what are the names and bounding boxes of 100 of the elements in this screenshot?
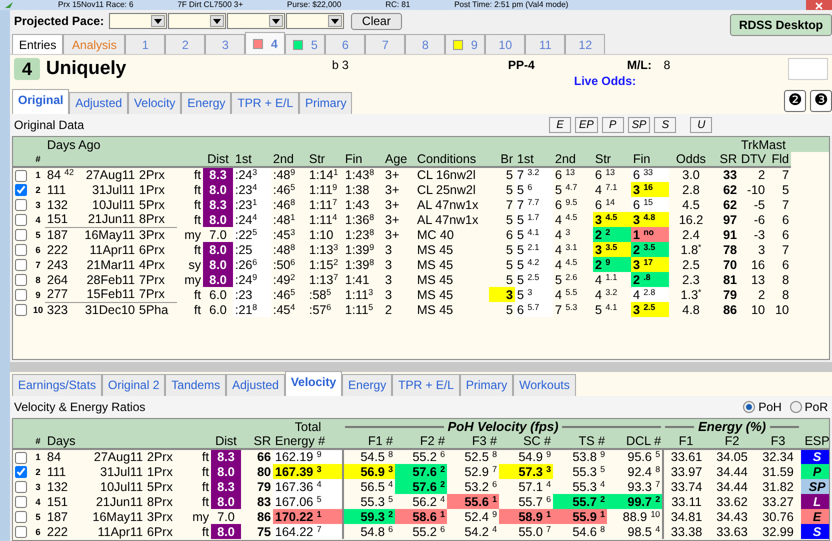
tab[interactable]: TPR + E/L [231, 92, 300, 114]
column-header: Days Ago [45, 137, 177, 152]
row-checkbox[interactable] [15, 304, 27, 316]
pace-dropdown[interactable] [109, 13, 168, 29]
row-checkbox[interactable] [15, 452, 27, 464]
row-checkbox[interactable] [15, 259, 27, 272]
table-cell-text: 2 [384, 302, 393, 317]
table-cell: 1 [31, 449, 45, 464]
table-cell: ft [185, 524, 211, 539]
radio-option[interactable]: PoR [790, 398, 828, 416]
tab[interactable]: Earnings/Stats [12, 374, 102, 396]
row-checkbox[interactable] [15, 496, 27, 508]
row-checkbox[interactable] [15, 214, 27, 226]
column-header: # [31, 152, 45, 167]
tab[interactable]: 6 [325, 34, 366, 54]
table-cell: 53.8 $^{9}$ [553, 449, 607, 464]
table-cell: 1.3$^{*}$ [669, 287, 713, 302]
tab[interactable]: Energy [181, 92, 232, 114]
window-title: Purse: $22,000 [287, 0, 342, 10]
tab[interactable]: Adjusted [226, 374, 285, 396]
filter-button[interactable]: SP [628, 117, 650, 133]
table-cell: 34.05 [709, 449, 756, 464]
row-checkbox[interactable] [15, 289, 27, 302]
table-cell: 8.0 [203, 257, 233, 272]
column-header: SR [241, 434, 273, 449]
pace-dropdown[interactable] [286, 13, 344, 29]
filter-button[interactable]: EP [575, 117, 598, 133]
tab[interactable]: Tandems [165, 374, 226, 396]
filter-button[interactable]: E [549, 117, 571, 133]
table-cell: 8.3 [211, 449, 241, 464]
table-cell: 16.2 [669, 212, 713, 227]
tab[interactable]: 2 [165, 34, 206, 54]
table-cell-text: 2 [34, 466, 42, 478]
row-checkbox[interactable] [15, 481, 27, 494]
filter-button[interactable]: U [690, 117, 712, 133]
table-cell: 54.8 $^{6}$ [343, 524, 395, 539]
tab[interactable]: 8 [405, 34, 446, 54]
tab[interactable]: 12 [565, 34, 606, 54]
table-cell: sy [177, 257, 203, 272]
tab[interactable]: 7 [365, 34, 406, 54]
tab[interactable]: Velocity [128, 92, 182, 114]
filter-button[interactable]: S [654, 117, 676, 133]
column-header: 1st [515, 152, 553, 167]
tab[interactable]: Workouts [513, 374, 576, 396]
circled-number-button[interactable]: ❸ [810, 90, 832, 112]
row-checkbox[interactable] [15, 526, 27, 538]
table-cell-text: 10Jul11 [99, 479, 144, 494]
tab[interactable]: 11 [525, 34, 566, 54]
tab[interactable]: 1 [125, 34, 166, 54]
tab[interactable]: 5 [285, 34, 326, 54]
tab[interactable]: Original 2 [102, 374, 166, 396]
row-checkbox[interactable] [15, 466, 27, 478]
table-cell-text: 10 [750, 302, 766, 317]
tab[interactable]: Analysis [63, 34, 126, 54]
row-checkbox[interactable] [15, 511, 27, 524]
circled-number-button[interactable]: ❷ [784, 90, 806, 112]
row-checkbox[interactable] [15, 170, 27, 182]
tab[interactable]: 10 [485, 34, 526, 54]
table-cell-text: 3+ [384, 197, 400, 212]
tab[interactable]: Original [12, 89, 70, 114]
radio-option[interactable]: PoH [743, 398, 782, 416]
row-checkbox[interactable] [15, 274, 27, 286]
clear-button[interactable]: Clear [351, 12, 402, 30]
table-cell-text: 7 [781, 197, 790, 212]
tab[interactable]: Entries [12, 34, 64, 54]
filter-button[interactable]: P [602, 117, 624, 133]
row-checkbox[interactable] [15, 244, 27, 256]
tab[interactable]: 3 [205, 34, 246, 54]
pace-dropdown[interactable] [168, 13, 226, 29]
tab[interactable]: TPR + E/L [392, 374, 460, 396]
close-button[interactable] [806, 0, 832, 10]
table-cell: :50$^{6}$ [271, 257, 307, 272]
column-header: Str [307, 152, 343, 167]
table-cell-text: 1:39$^{9}$ [344, 242, 376, 257]
column-header: Fin [343, 152, 383, 167]
tab[interactable]: Primary [460, 374, 514, 396]
row-checkbox[interactable] [15, 184, 27, 196]
tab[interactable]: 9 [445, 34, 486, 54]
table-cell: 33.38 [663, 524, 710, 539]
row-checkbox[interactable] [15, 229, 27, 242]
table-cell-text: 3+ [384, 212, 400, 227]
table-cell: 3.0 [669, 167, 713, 182]
table-cell-text: 264 [46, 272, 69, 287]
table-cell-text: :58$^{5}$ [308, 287, 332, 302]
row-checkbox[interactable] [15, 199, 27, 212]
tab[interactable]: 4 [245, 32, 286, 54]
tab[interactable]: Primary [299, 92, 352, 114]
table-cell: 2 $^{2}$ [593, 227, 631, 242]
table-cell: :25 [233, 242, 271, 257]
tab[interactable]: Velocity [284, 371, 342, 396]
tab[interactable]: Energy [342, 374, 392, 396]
desktop-button[interactable]: RDSS Desktop [730, 14, 832, 36]
tab[interactable]: Adjusted [69, 92, 128, 114]
table-cell-text: 1:11$^{4}$ [308, 212, 338, 227]
table-cell: S [801, 449, 829, 464]
table-cell: 53.2 $^{6}$ [447, 479, 499, 494]
table-cell: 2.8 [669, 182, 713, 197]
table-cell: 5 [489, 182, 515, 197]
table-cell: ft [177, 287, 203, 302]
pace-dropdown[interactable] [227, 13, 286, 29]
